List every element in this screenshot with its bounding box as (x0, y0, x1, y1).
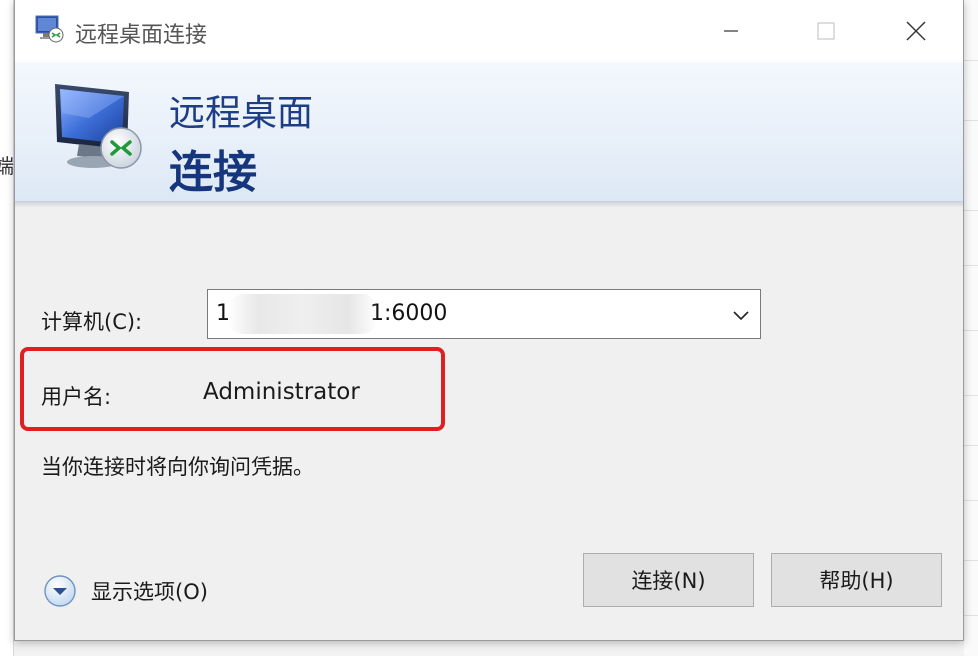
background-window-left: 端 (0, 0, 14, 656)
help-button[interactable]: 帮助(H) (771, 553, 942, 607)
close-icon (906, 21, 925, 41)
computer-combobox[interactable]: 1 1:6000 (207, 289, 761, 339)
computer-label: 计算机(C): (41, 310, 143, 334)
minimize-icon (723, 30, 738, 32)
banner-title-line1: 远程桌面 (169, 93, 314, 134)
banner-title-line2: 连接 (169, 147, 257, 198)
close-button[interactable] (868, 0, 963, 62)
header-banner: 远程桌面 连接 (15, 62, 963, 202)
banner-divider (15, 202, 963, 208)
show-options-toggle[interactable]: 显示选项(O) (43, 574, 208, 608)
maximize-button (778, 0, 873, 62)
show-options-label: 显示选项(O) (91, 580, 208, 604)
background-window-text: 端 (0, 154, 14, 178)
remote-desktop-app-icon (35, 15, 64, 43)
expand-circle-icon[interactable] (43, 574, 77, 608)
annotation-highlight-box (20, 347, 445, 431)
title-bar[interactable]: 远程桌面连接 (15, 0, 963, 62)
redacted-ip-blur (228, 294, 378, 334)
remote-desktop-monitor-icon (55, 84, 142, 169)
credentials-hint: 当你连接时将向你询问凭据。 (41, 455, 314, 479)
chevron-down-icon[interactable] (730, 304, 752, 326)
background-window-right (964, 0, 978, 656)
connect-button[interactable]: 连接(N) (583, 553, 754, 607)
minimize-button[interactable] (683, 0, 778, 62)
remote-desktop-dialog: 远程桌面连接 远程桌面 连接 计算机(C): 1 1:6000 用户名: Adm… (14, 0, 964, 641)
window-title: 远程桌面连接 (75, 23, 208, 48)
maximize-icon (816, 22, 835, 40)
